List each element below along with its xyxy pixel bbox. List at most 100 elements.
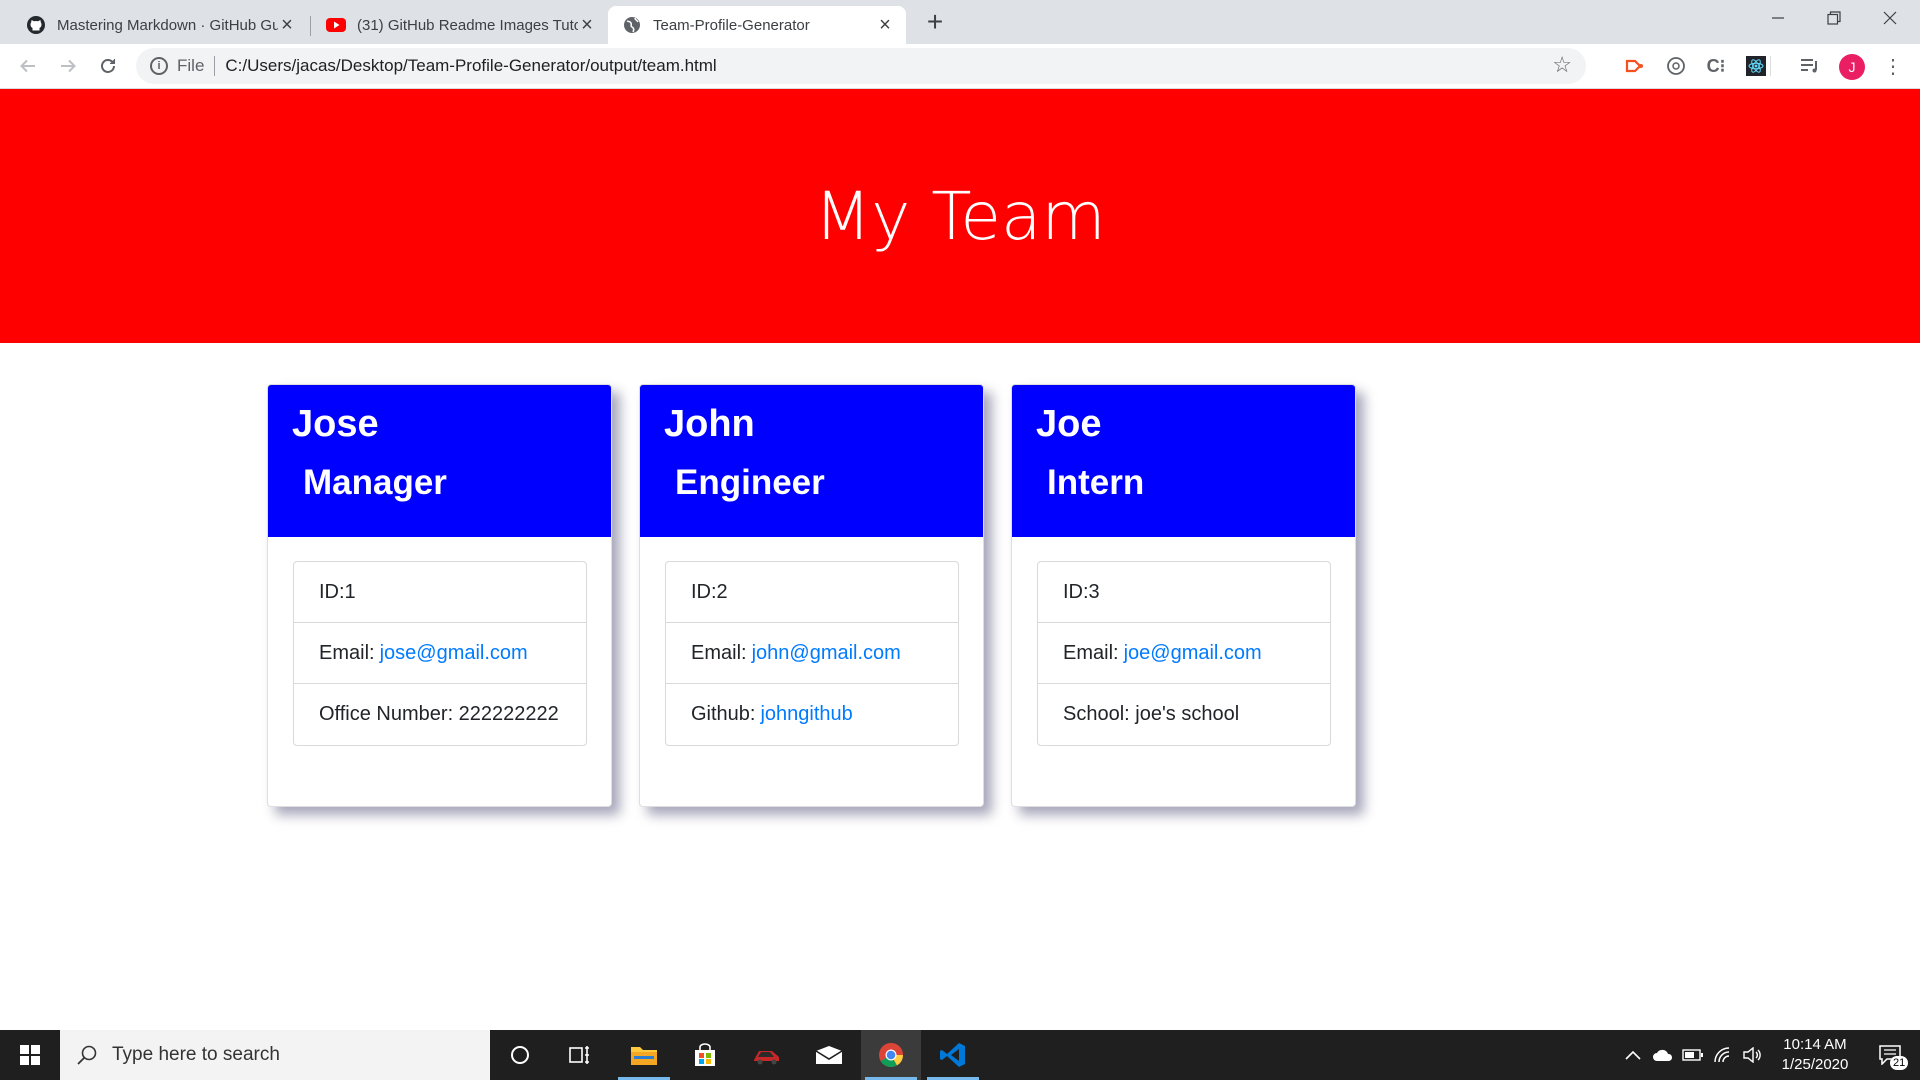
extension-react-icon[interactable] <box>1744 54 1768 78</box>
info-icon[interactable]: i <box>150 57 168 75</box>
page-header-banner: My Team <box>0 89 1920 343</box>
email-link[interactable]: john@gmail.com <box>752 642 901 665</box>
employee-email-row: Email: jose@gmail.com <box>294 623 586 684</box>
email-label: Email: <box>1063 641 1119 664</box>
red-car-icon <box>754 1051 779 1065</box>
employee-card-intern: Joe Intern ID:3 Email: joe@gmail.com Sch… <box>1011 384 1356 807</box>
system-clock[interactable]: 10:14 AM 1/25/2020 <box>1765 1035 1865 1075</box>
page-title: My Team <box>814 177 1106 255</box>
media-control-icon[interactable] <box>1798 54 1822 78</box>
forward-arrow-icon <box>61 59 76 73</box>
mail-icon <box>815 1046 843 1064</box>
close-icon[interactable]: × <box>876 15 894 35</box>
tab-mastering-markdown[interactable]: Mastering Markdown · GitHub Gu × <box>12 6 308 44</box>
youtube-icon <box>326 15 346 35</box>
employee-card-manager: Jose Manager ID:1 Email: jose@gmail.com … <box>267 384 612 807</box>
employee-email-row: Email: joe@gmail.com <box>1038 623 1330 684</box>
github-row: Github: johngithub <box>666 684 958 745</box>
github-link[interactable]: johngithub <box>760 703 852 726</box>
email-label: Email: <box>691 641 747 664</box>
cortana-button[interactable] <box>490 1030 550 1080</box>
windows-taskbar: Type here to search 10:14 AM 1/25/2020 2… <box>0 1030 1920 1080</box>
address-bar[interactable]: i File C:/Users/jacas/Desktop/Team-Profi… <box>136 48 1586 84</box>
card-header: John Engineer <box>640 385 983 537</box>
extension-circle-icon[interactable] <box>1664 54 1688 78</box>
extension-c-icon[interactable]: C⁝ <box>1704 54 1728 78</box>
search-icon <box>77 1045 97 1065</box>
employee-id: ID:1 <box>294 562 586 623</box>
chrome-button[interactable] <box>861 1030 921 1080</box>
close-icon[interactable]: × <box>578 15 596 35</box>
action-center-button[interactable]: 21 <box>1868 1030 1912 1080</box>
onedrive-cloud-icon[interactable] <box>1650 1030 1676 1080</box>
globe-icon <box>622 15 642 35</box>
chrome-icon <box>879 1043 903 1068</box>
bookmark-star-icon[interactable]: ☆ <box>1552 52 1572 78</box>
card-header: Joe Intern <box>1012 385 1355 537</box>
reload-icon <box>101 59 115 73</box>
github-icon <box>26 15 46 35</box>
employee-details-list: ID:2 Email: john@gmail.com Github: johng… <box>665 561 959 746</box>
close-window-button[interactable] <box>1862 0 1918 36</box>
tab-divider <box>310 16 311 36</box>
show-hidden-icons-chevron-up-icon[interactable] <box>1620 1030 1646 1080</box>
close-icon <box>1883 11 1897 25</box>
windows-logo-icon <box>20 1045 40 1065</box>
battery-icon[interactable] <box>1680 1030 1706 1080</box>
restore-icon <box>1827 11 1841 25</box>
employee-card-engineer: John Engineer ID:2 Email: john@gmail.com… <box>639 384 984 807</box>
tab-title: Mastering Markdown · GitHub Gu <box>57 16 278 34</box>
start-button[interactable] <box>0 1030 60 1080</box>
back-button[interactable] <box>14 52 42 80</box>
game-app-button[interactable] <box>737 1030 797 1080</box>
employee-id: ID:2 <box>666 562 958 623</box>
tab-title: Team-Profile-Generator <box>653 16 810 34</box>
notification-count-badge: 21 <box>1890 1056 1909 1070</box>
card-header: Jose Manager <box>268 385 611 537</box>
task-view-button[interactable] <box>550 1030 610 1080</box>
cortana-circle-icon <box>511 1046 529 1064</box>
reload-button[interactable] <box>94 52 122 80</box>
new-tab-button[interactable]: + <box>920 8 950 38</box>
profile-avatar[interactable]: J <box>1839 54 1865 80</box>
folder-icon <box>631 1047 657 1065</box>
employee-id: ID:3 <box>1038 562 1330 623</box>
github-label: Github: <box>691 703 756 725</box>
browser-toolbar: i File C:/Users/jacas/Desktop/Team-Profi… <box>0 44 1920 89</box>
tab-title: (31) GitHub Readme Images Tuto <box>357 16 578 34</box>
employee-role: Engineer <box>675 463 825 502</box>
divider <box>214 56 216 76</box>
office-number: Office Number: 222222222 <box>319 703 559 725</box>
minimize-icon <box>1772 17 1784 19</box>
file-explorer-button[interactable] <box>614 1030 674 1080</box>
vscode-button[interactable] <box>923 1030 983 1080</box>
tab-github-readme-images[interactable]: (31) GitHub Readme Images Tuto × <box>312 6 608 44</box>
email-link[interactable]: joe@gmail.com <box>1124 642 1262 665</box>
wifi-icon[interactable] <box>1710 1030 1736 1080</box>
store-bag-icon <box>695 1043 715 1066</box>
employee-name: Jose <box>292 403 379 445</box>
forward-button[interactable] <box>54 52 82 80</box>
vscode-icon <box>940 1043 965 1067</box>
clock-time: 10:14 AM <box>1783 1036 1847 1053</box>
restore-button[interactable] <box>1806 0 1862 36</box>
clock-date: 1/25/2020 <box>1781 1056 1849 1073</box>
minimize-button[interactable] <box>1750 0 1806 36</box>
email-label: Email: <box>319 641 375 664</box>
employee-name: John <box>664 403 755 445</box>
menu-kebab-icon[interactable]: ⋮ <box>1881 54 1905 78</box>
back-arrow-icon <box>20 59 35 73</box>
close-icon[interactable]: × <box>278 15 296 35</box>
employee-details-list: ID:3 Email: joe@gmail.com School: joe's … <box>1037 561 1331 746</box>
mail-button[interactable] <box>799 1030 859 1080</box>
url-scheme: File <box>177 56 205 75</box>
microsoft-store-button[interactable] <box>675 1030 735 1080</box>
browser-tab-strip: Mastering Markdown · GitHub Gu × (31) Gi… <box>0 0 1920 44</box>
employee-details-list: ID:1 Email: jose@gmail.com Office Number… <box>293 561 587 746</box>
email-link[interactable]: jose@gmail.com <box>380 642 528 665</box>
taskbar-search-box[interactable]: Type here to search <box>60 1030 490 1080</box>
school: School: joe's school <box>1063 703 1240 725</box>
extension-cast-icon[interactable] <box>1623 54 1647 78</box>
volume-icon[interactable] <box>1740 1030 1766 1080</box>
tab-team-profile-generator[interactable]: Team-Profile-Generator × <box>608 6 906 44</box>
